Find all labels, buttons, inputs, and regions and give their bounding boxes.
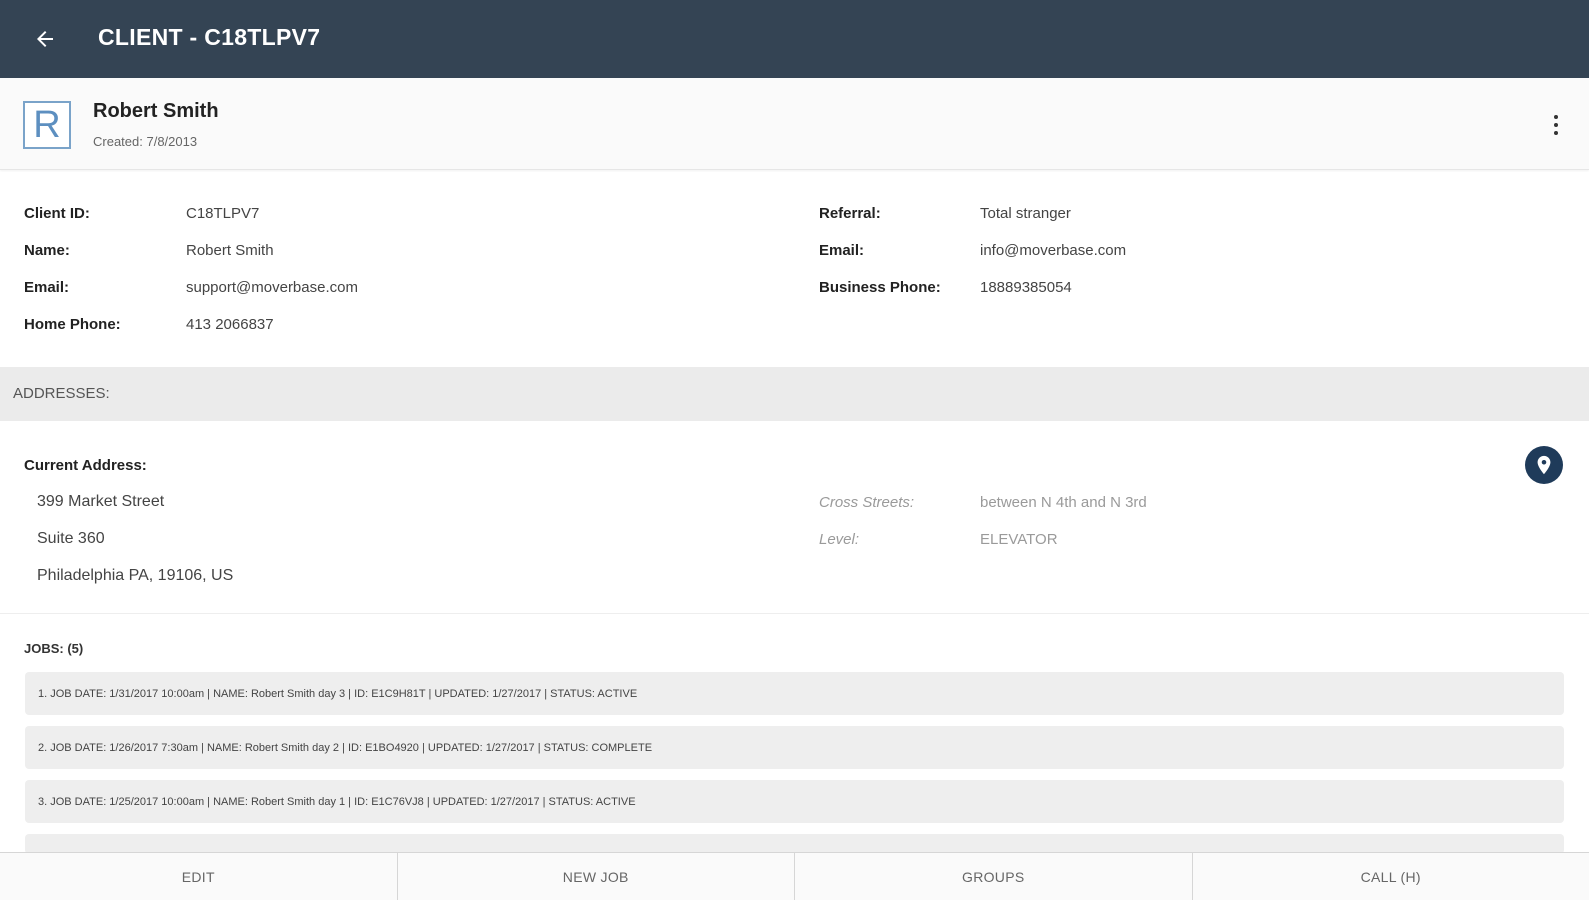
info-label: Email: xyxy=(24,279,70,296)
client-info: Client ID: C18TLPV7 Name: Robert Smith E… xyxy=(0,172,1589,366)
edit-button[interactable]: EDIT xyxy=(0,853,398,900)
more-vert-dot xyxy=(1554,123,1558,127)
address-line: 399 Market Street xyxy=(37,493,165,510)
job-list-item[interactable]: 1. JOB DATE: 1/31/2017 10:00am | NAME: R… xyxy=(25,672,1564,715)
email-value-secondary[interactable]: info@moverbase.com xyxy=(980,242,1126,259)
more-options-button[interactable] xyxy=(1546,112,1566,138)
referral-value: Total stranger xyxy=(980,205,1071,222)
info-label: Referral: xyxy=(819,205,881,222)
client-header: R Robert Smith Created: 7/8/2013 xyxy=(0,78,1589,170)
addresses-section-header: ADDRESSES: xyxy=(0,367,1589,421)
home-phone-value[interactable]: 413 2066837 xyxy=(186,316,274,333)
bottom-action-bar: EDIT NEW JOB GROUPS CALL (H) xyxy=(0,852,1589,900)
job-list-item[interactable]: 2. JOB DATE: 1/26/2017 7:30am | NAME: Ro… xyxy=(25,726,1564,769)
new-job-button[interactable]: NEW JOB xyxy=(398,853,795,900)
business-phone-value[interactable]: 18889385054 xyxy=(980,279,1072,296)
email-value[interactable]: support@moverbase.com xyxy=(186,279,358,296)
job-list-item[interactable]: 3. JOB DATE: 1/25/2017 10:00am | NAME: R… xyxy=(25,780,1564,823)
name-value: Robert Smith xyxy=(186,242,274,259)
back-button[interactable] xyxy=(28,22,62,56)
page-title: CLIENT - C18TLPV7 xyxy=(98,24,321,50)
more-vert-dot xyxy=(1554,131,1558,135)
level-value: ELEVATOR xyxy=(980,531,1058,548)
address-line: Philadelphia PA, 19106, US xyxy=(37,567,234,584)
app-bar: CLIENT - C18TLPV7 xyxy=(0,0,1589,78)
arrow-left-icon xyxy=(37,31,53,47)
info-label: Client ID: xyxy=(24,205,90,222)
client-name: Robert Smith xyxy=(93,100,219,122)
level-label: Level: xyxy=(819,531,860,548)
map-pin-icon xyxy=(1537,455,1551,475)
cross-streets-value: between N 4th and N 3rd xyxy=(980,494,1147,511)
more-vert-icon xyxy=(1554,115,1558,119)
client-id-value: C18TLPV7 xyxy=(186,205,260,222)
client-created-date: Created: 7/8/2013 xyxy=(93,134,198,149)
job-list-item-partial[interactable] xyxy=(25,834,1564,854)
current-address: Current Address: 399 Market Street Suite… xyxy=(0,421,1589,614)
info-label: Business Phone: xyxy=(819,279,941,296)
avatar: R xyxy=(23,101,71,149)
info-label: Name: xyxy=(24,242,70,259)
cross-streets-label: Cross Streets: xyxy=(819,494,915,511)
address-line: Suite 360 xyxy=(37,530,105,547)
jobs-title: JOBS: (5) xyxy=(24,641,84,656)
groups-button[interactable]: GROUPS xyxy=(795,853,1193,900)
call-button[interactable]: CALL (H) xyxy=(1193,853,1589,900)
current-address-label: Current Address: xyxy=(24,457,147,474)
map-pin-button[interactable] xyxy=(1525,446,1563,484)
info-label: Home Phone: xyxy=(24,316,121,333)
section-title: ADDRESSES: xyxy=(13,385,110,402)
info-label: Email: xyxy=(819,242,865,259)
